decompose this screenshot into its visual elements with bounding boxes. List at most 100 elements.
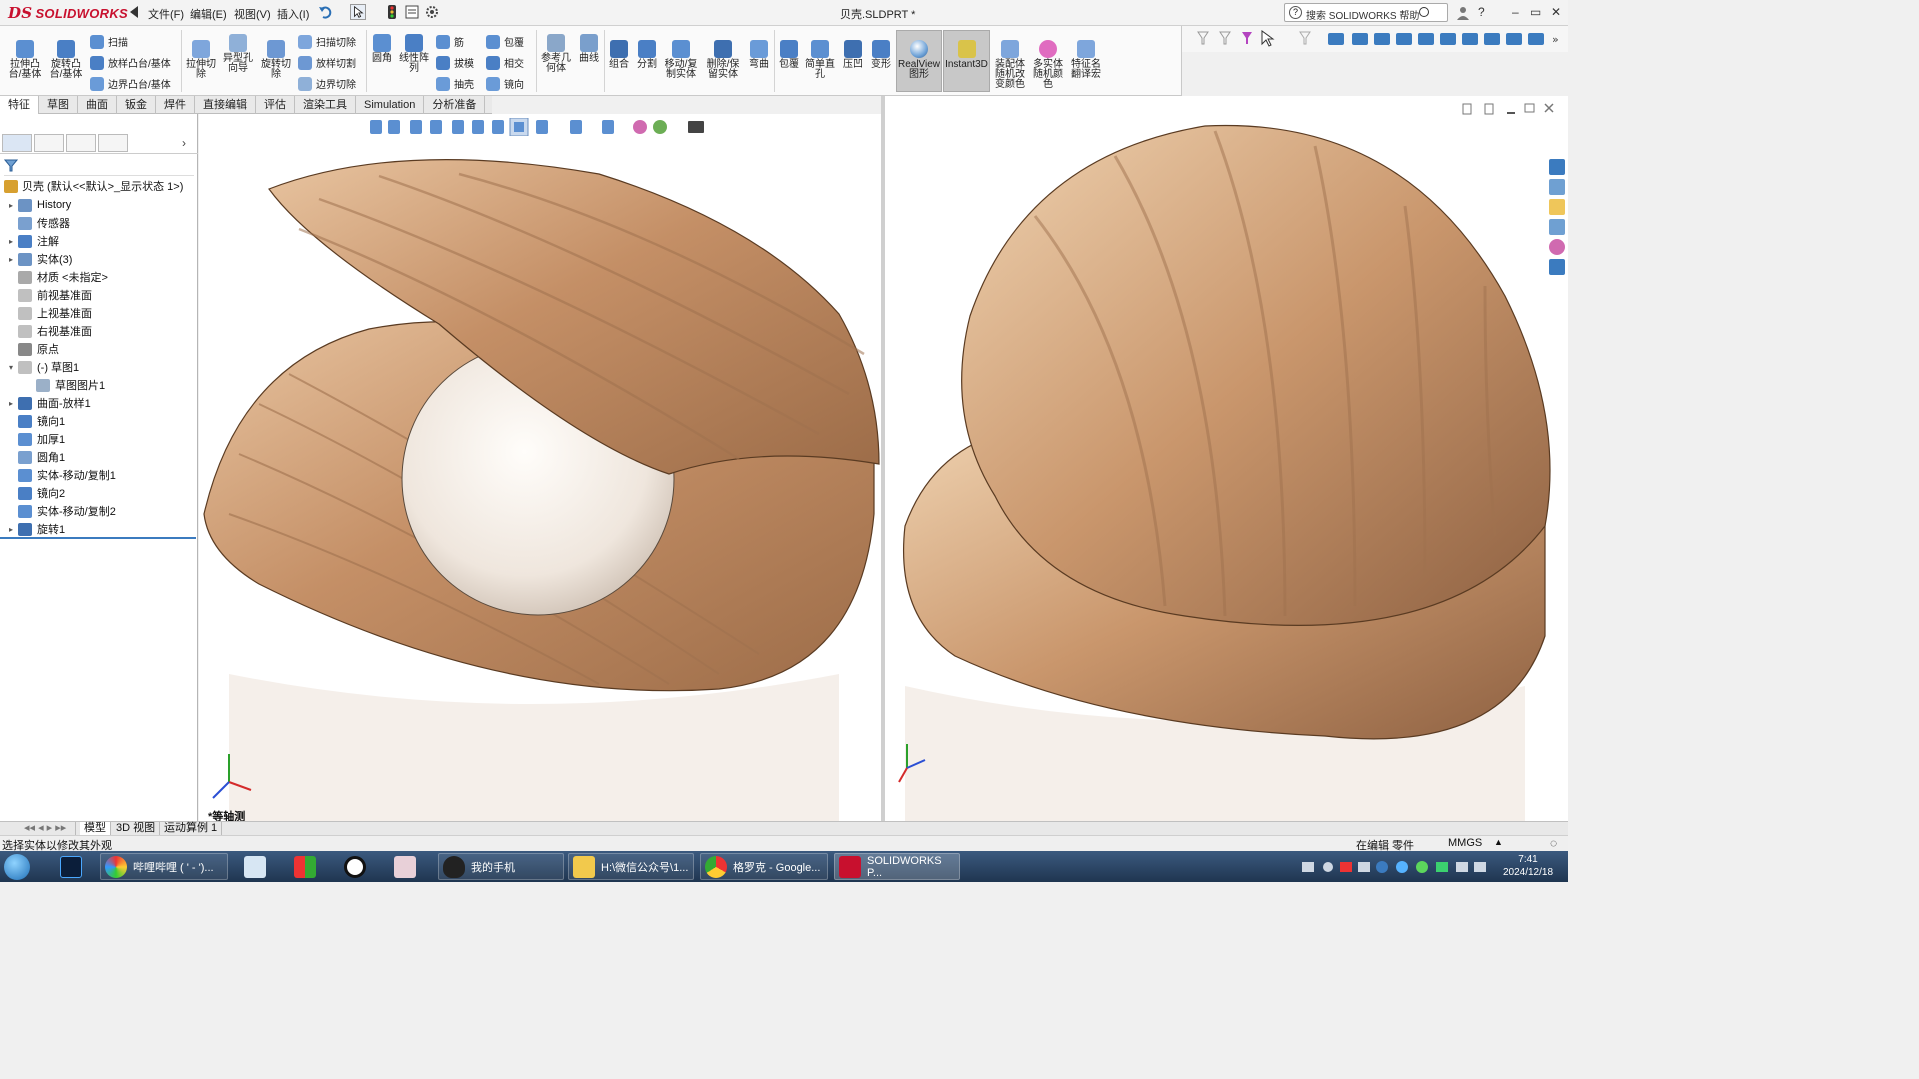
- extrude-cut-button[interactable]: 拉伸切 除: [184, 40, 218, 80]
- move-copy-body-button[interactable]: 移动/复 制实体: [662, 40, 700, 80]
- upper-shell-right[interactable]: [961, 124, 1551, 627]
- tree-item[interactable]: 右视基准面: [4, 322, 92, 340]
- system-tray-icons[interactable]: [1300, 858, 1490, 876]
- realview-button[interactable]: RealView 图形: [896, 40, 942, 80]
- tab-evaluate[interactable]: 评估: [256, 96, 295, 114]
- photoshop-task[interactable]: [60, 853, 86, 880]
- graphics-area-right[interactable]: [885, 96, 1568, 821]
- property-manager-tab-icon[interactable]: [34, 134, 64, 152]
- tree-item[interactable]: ▾ (-) 草图1: [4, 358, 79, 376]
- tree-item[interactable]: ▸ History: [4, 196, 71, 214]
- tree-item[interactable]: 原点: [4, 340, 59, 358]
- tab-features[interactable]: 特征: [0, 96, 39, 114]
- tree-item[interactable]: ▸ 注解: [4, 232, 59, 250]
- tab-model[interactable]: 模型: [80, 822, 111, 836]
- shell-model-right[interactable]: [885, 96, 1568, 821]
- tab-simulation[interactable]: Simulation: [356, 96, 425, 114]
- reference-geometry-button[interactable]: 参考几 何体: [540, 34, 572, 74]
- assembly-random-color-button[interactable]: 装配体 随机改 变颜色: [992, 40, 1028, 90]
- hole-wizard-button[interactable]: 异型孔 向导: [220, 34, 256, 74]
- undo-icon[interactable]: [318, 4, 334, 20]
- status-chat-icon[interactable]: ◌: [1550, 836, 1557, 850]
- lofted-cut-button[interactable]: 放样切割: [298, 55, 356, 70]
- configuration-manager-tab-icon[interactable]: [66, 134, 96, 152]
- expand-arrow-icon[interactable]: ▸: [4, 237, 18, 246]
- viewport-window-controls[interactable]: [1462, 103, 1554, 115]
- tree-filter[interactable]: [3, 158, 194, 176]
- tree-item[interactable]: ▸ 曲面-放样1: [4, 394, 91, 412]
- linear-pattern-button[interactable]: 线性阵 列: [398, 34, 430, 74]
- select-icon[interactable]: [350, 4, 366, 20]
- shell-button[interactable]: 抽壳: [436, 76, 474, 91]
- feature-tree-tab-icon[interactable]: [2, 134, 32, 152]
- tab-weldments[interactable]: 焊件: [156, 96, 195, 114]
- graphics-area-left[interactable]: [199, 114, 881, 821]
- task-bilibili[interactable]: 哔哩哔哩 ( ' - ')...: [100, 853, 228, 880]
- task-qq[interactable]: 我的手机: [438, 853, 564, 880]
- user-icon[interactable]: [1455, 5, 1471, 21]
- revolve-boss-button[interactable]: 旋转凸 台/基体: [48, 40, 84, 80]
- expand-arrow-icon[interactable]: ▾: [4, 363, 18, 372]
- file-properties-icon[interactable]: [404, 4, 420, 20]
- boundary-boss-button[interactable]: 边界凸台/基体: [90, 76, 171, 91]
- tab-sketch[interactable]: 草图: [39, 96, 78, 114]
- system-clock[interactable]: 7:41 2024/12/18: [1498, 853, 1558, 879]
- pinwheel-task[interactable]: [394, 853, 420, 880]
- loft-boss-button[interactable]: 放样凸台/基体: [90, 55, 171, 70]
- indent-button[interactable]: 压凹: [840, 40, 866, 70]
- tree-item[interactable]: 实体-移动/复制2: [4, 502, 116, 520]
- heads-up-view-toolbar[interactable]: [370, 118, 720, 136]
- fillet-button[interactable]: 圆角: [370, 34, 394, 64]
- chevron-right-icon[interactable]: ›: [182, 136, 186, 150]
- mirror-button[interactable]: 镜向: [486, 76, 524, 91]
- display-manager-tab-icon[interactable]: [98, 134, 128, 152]
- instant3d-button[interactable]: Instant3D: [943, 40, 990, 70]
- intersect-button[interactable]: 相交: [486, 55, 524, 70]
- minimize-icon[interactable]: –: [1512, 5, 1519, 19]
- expand-arrow-icon[interactable]: ▸: [4, 399, 18, 408]
- close-icon[interactable]: ✕: [1551, 5, 1561, 19]
- help-search-input[interactable]: ? 搜索 SOLIDWORKS 帮助: [1284, 3, 1448, 22]
- options-gear-icon[interactable]: [424, 4, 440, 20]
- tab-analysis-prep[interactable]: 分析准备: [424, 96, 486, 114]
- status-units[interactable]: MMGS: [1448, 837, 1482, 849]
- tree-item[interactable]: 镜向2: [4, 484, 65, 502]
- multibody-random-color-button[interactable]: 多实体 随机颜 色: [1030, 40, 1066, 90]
- help-menu-icon[interactable]: ?: [1478, 5, 1485, 19]
- task-explorer[interactable]: H:\微信公众号\1...: [568, 853, 694, 880]
- expand-arrow-icon[interactable]: ▸: [4, 255, 18, 264]
- expand-arrow-icon[interactable]: ▸: [4, 201, 18, 210]
- wrap-button[interactable]: 包覆: [776, 40, 802, 70]
- tree-item[interactable]: ▸ 实体(3): [4, 250, 72, 268]
- deform-button[interactable]: 变形: [868, 40, 894, 70]
- tree-item[interactable]: ▸ 旋转1: [4, 520, 65, 538]
- tab-3d-views[interactable]: 3D 视图: [112, 822, 161, 836]
- restore-icon[interactable]: ▭: [1530, 5, 1541, 19]
- curves-button[interactable]: 曲线: [576, 34, 602, 64]
- delete-keep-body-button[interactable]: 删除/保 留实体: [704, 40, 742, 80]
- tree-item[interactable]: 草图图片1: [22, 376, 105, 394]
- sweep-button[interactable]: 扫描: [90, 34, 128, 49]
- wrap-small-button[interactable]: 包覆: [486, 34, 524, 49]
- tab-direct-editing[interactable]: 直接编辑: [195, 96, 256, 114]
- tab-sheet-metal[interactable]: 钣金: [117, 96, 156, 114]
- expand-arrow-icon[interactable]: ▸: [4, 525, 18, 534]
- task-chrome[interactable]: 格罗克 - Google...: [700, 853, 828, 880]
- draft-button[interactable]: 拔模: [436, 55, 474, 70]
- shell-model-left[interactable]: [199, 114, 881, 821]
- start-button[interactable]: [4, 853, 40, 880]
- tab-motion-study[interactable]: 运动算例 1: [160, 822, 223, 836]
- tab-surfaces[interactable]: 曲面: [78, 96, 117, 114]
- boundary-cut-button[interactable]: 边界切除: [298, 76, 356, 91]
- tree-item[interactable]: 上视基准面: [4, 304, 92, 322]
- part-root[interactable]: 贝壳 (默认<<默认>_显示状态 1>): [4, 178, 183, 194]
- task-pane-sidebar[interactable]: [1547, 157, 1567, 279]
- tree-item[interactable]: 实体-移动/复制1: [4, 466, 116, 484]
- tree-item[interactable]: 前视基准面: [4, 286, 92, 304]
- swept-cut-button[interactable]: 扫描切除: [298, 34, 356, 49]
- menu-collapse-icon[interactable]: [130, 6, 138, 18]
- simple-hole-button[interactable]: 简单直 孔: [804, 40, 836, 80]
- tree-item[interactable]: 材质 <未指定>: [4, 268, 108, 286]
- traffic-light-icon[interactable]: [384, 4, 400, 20]
- menu-file[interactable]: 文件(F): [148, 6, 184, 22]
